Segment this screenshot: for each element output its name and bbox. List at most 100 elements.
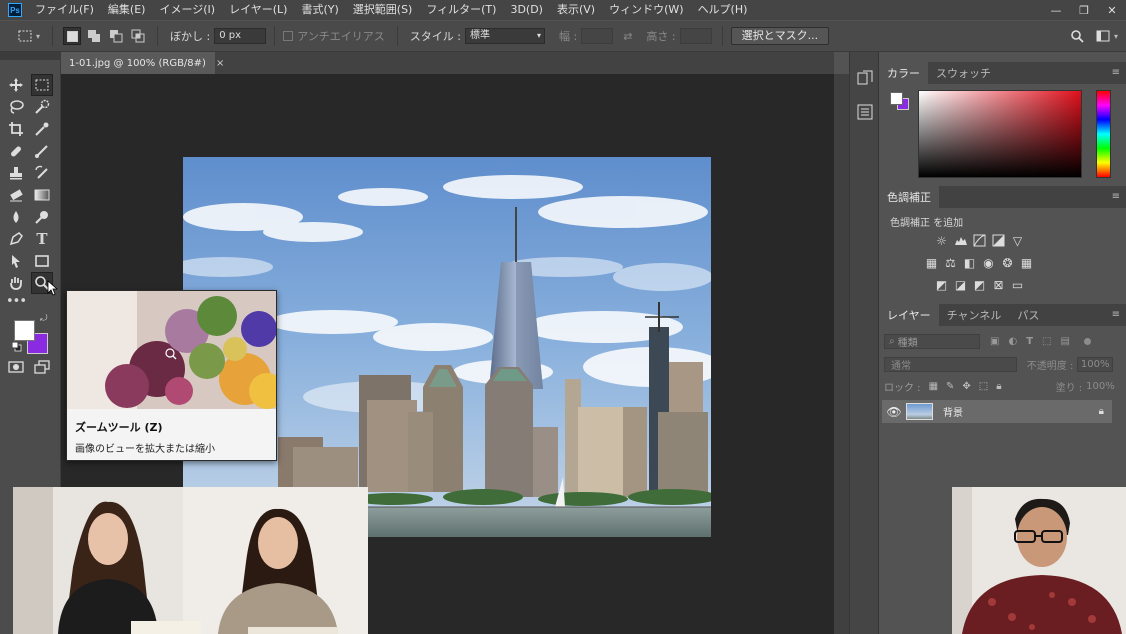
swap-colors-icon[interactable]: ⤾: [40, 314, 48, 324]
crop-icon[interactable]: [5, 118, 27, 140]
chevron-down-icon[interactable]: ▾: [1114, 32, 1118, 41]
fill-input[interactable]: 100%: [1086, 380, 1115, 394]
shape-icon[interactable]: [31, 250, 53, 272]
tool-preset-icon[interactable]: [16, 27, 34, 45]
tab-paths[interactable]: パス: [1009, 304, 1047, 326]
pen-icon[interactable]: [5, 228, 27, 250]
gradient-map-icon[interactable]: ▭: [1010, 278, 1025, 292]
levels-icon[interactable]: [953, 234, 968, 247]
menu-type[interactable]: 書式(Y): [294, 0, 345, 20]
style-select[interactable]: 標準 ▾: [464, 28, 545, 44]
menu-file[interactable]: ファイル(F): [28, 0, 101, 20]
color-lookup-icon[interactable]: ▦: [1019, 256, 1034, 270]
move-icon[interactable]: [5, 74, 27, 96]
quick-mask-icon[interactable]: [5, 356, 27, 378]
tab-channels[interactable]: チャンネル: [939, 304, 1010, 326]
new-selection-icon[interactable]: [63, 27, 82, 45]
history-panel-icon[interactable]: [857, 70, 873, 89]
lock-icon[interactable]: 🔒︎: [1099, 406, 1104, 417]
close-tab-icon[interactable]: ×: [216, 58, 224, 69]
type-icon[interactable]: T: [31, 228, 53, 250]
menu-3d[interactable]: 3D(D): [503, 0, 550, 20]
dodge-icon[interactable]: [31, 206, 53, 228]
color-field[interactable]: [918, 90, 1082, 178]
brush-icon[interactable]: [31, 140, 53, 162]
curves-icon[interactable]: [972, 234, 987, 247]
color-fg-swatch[interactable]: [890, 92, 903, 105]
history-brush-icon[interactable]: [31, 162, 53, 184]
filter-adjustment-icon[interactable]: ◐: [1008, 336, 1017, 347]
more-icon[interactable]: •••: [5, 290, 27, 312]
add-selection-icon[interactable]: [85, 27, 103, 45]
quick-select-icon[interactable]: [31, 96, 53, 118]
filter-type-icon[interactable]: T: [1026, 336, 1033, 347]
black-white-icon[interactable]: ◧: [962, 256, 977, 270]
layer-filter-select[interactable]: ⌕ 種類: [884, 334, 980, 349]
height-input[interactable]: [679, 28, 712, 44]
photo-filter-icon[interactable]: ◉: [981, 256, 996, 270]
tab-adjustments[interactable]: 色調補正: [879, 186, 939, 208]
filter-pixel-icon[interactable]: ▣: [990, 336, 999, 347]
panel-menu-icon[interactable]: ≡: [1112, 309, 1120, 320]
blur-icon[interactable]: [5, 206, 27, 228]
filter-shape-icon[interactable]: ⬚: [1042, 336, 1051, 347]
blend-mode-select[interactable]: 通常: [884, 356, 1017, 372]
vertical-scrollbar[interactable]: [834, 74, 849, 634]
lock-transparency-icon[interactable]: ▦: [929, 381, 938, 392]
lock-artboard-icon[interactable]: ⬚: [979, 381, 988, 392]
filter-smart-object-icon[interactable]: ▤: [1060, 336, 1069, 347]
width-input[interactable]: [581, 28, 614, 44]
lock-all-icon[interactable]: 🔒︎: [996, 381, 1001, 392]
menu-window[interactable]: ウィンドウ(W): [602, 0, 690, 20]
default-colors-icon[interactable]: [11, 341, 22, 355]
eye-icon[interactable]: 👁︎: [882, 405, 906, 419]
menu-help[interactable]: ヘルプ(H): [691, 0, 755, 20]
lock-position-icon[interactable]: ✥: [962, 381, 970, 392]
panel-menu-icon[interactable]: ≡: [1112, 67, 1120, 78]
path-select-icon[interactable]: [5, 250, 27, 272]
screen-mode-icon[interactable]: [31, 356, 53, 378]
foreground-color-swatch[interactable]: [14, 320, 35, 341]
hue-slider[interactable]: [1096, 90, 1111, 178]
antialias-checkbox[interactable]: [283, 31, 294, 41]
layer-name[interactable]: 背景: [943, 404, 963, 419]
menu-select[interactable]: 選択範囲(S): [346, 0, 420, 20]
intersect-selection-icon[interactable]: [129, 27, 147, 45]
restore-button[interactable]: ❐: [1070, 0, 1098, 20]
eraser-icon[interactable]: [5, 184, 27, 206]
toolbar-grip[interactable]: [0, 52, 61, 60]
tab-swatches[interactable]: スウォッチ: [928, 62, 999, 84]
lasso-icon[interactable]: [5, 96, 27, 118]
layer-row-background[interactable]: 👁︎ 背景 🔒︎: [882, 400, 1112, 423]
filter-toggle[interactable]: [1083, 338, 1091, 345]
invert-icon[interactable]: ◩: [934, 278, 949, 292]
select-and-mask-button[interactable]: 選択とマスク...: [730, 27, 830, 45]
posterize-icon[interactable]: ◪: [953, 278, 968, 292]
color-balance-icon[interactable]: ⚖: [943, 256, 958, 270]
hue-saturation-icon[interactable]: ▦: [924, 256, 939, 270]
menu-view[interactable]: 表示(V): [550, 0, 602, 20]
marquee-icon[interactable]: [31, 74, 53, 96]
vibrance-icon[interactable]: ▽: [1010, 234, 1025, 248]
menu-filter[interactable]: フィルター(T): [419, 0, 503, 20]
feather-input[interactable]: 0 px: [214, 28, 267, 44]
panel-menu-icon[interactable]: ≡: [1112, 191, 1120, 202]
exposure-icon[interactable]: [991, 234, 1006, 247]
opacity-input[interactable]: 100%: [1077, 356, 1113, 372]
gradient-icon[interactable]: [31, 184, 53, 206]
menu-image[interactable]: イメージ(I): [152, 0, 222, 20]
healing-icon[interactable]: [5, 140, 27, 162]
chevron-down-icon[interactable]: ▾: [36, 32, 40, 41]
swap-icon[interactable]: ⇄: [623, 30, 632, 43]
document-tab[interactable]: 1-01.jpg @ 100% (RGB/8#) ×: [61, 52, 224, 74]
selective-color-icon[interactable]: ⊠: [991, 278, 1006, 292]
menu-layer[interactable]: レイヤー(L): [222, 0, 294, 20]
eyedropper-icon[interactable]: [31, 118, 53, 140]
minimize-button[interactable]: —: [1042, 0, 1070, 20]
threshold-icon[interactable]: ◩: [972, 278, 987, 292]
stamp-icon[interactable]: [5, 162, 27, 184]
workspace-icon[interactable]: [1094, 27, 1112, 45]
subtract-selection-icon[interactable]: [107, 27, 125, 45]
tab-layers[interactable]: レイヤー: [879, 304, 939, 326]
brightness-icon[interactable]: ☼: [934, 234, 949, 248]
